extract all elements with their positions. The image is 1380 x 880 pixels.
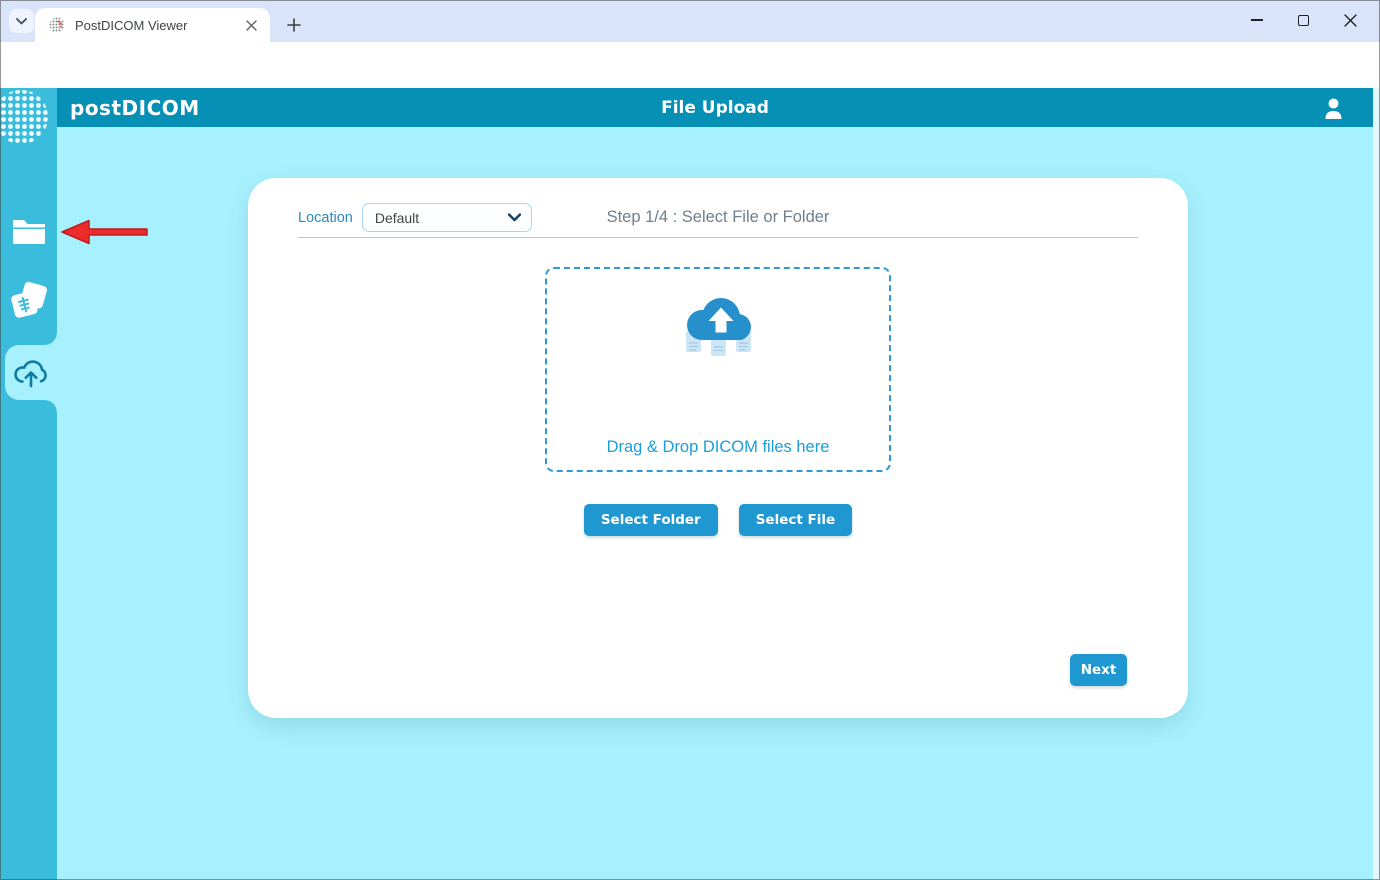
new-tab-button[interactable] <box>280 11 308 39</box>
red-arrow-annotation <box>60 218 148 246</box>
upload-card: Location Default Step 1/4 : Select File … <box>248 178 1188 718</box>
chevron-down-icon <box>16 18 27 25</box>
plus-icon <box>287 18 301 32</box>
browser-toolbar: germany.postdicom.com/Viewer/Main Guest <box>0 42 1380 88</box>
postdicom-logo <box>0 88 57 151</box>
window-maximize-button[interactable] <box>1280 0 1327 40</box>
sidebar-item-upload-active[interactable] <box>5 345 57 400</box>
page-title: File Upload <box>57 98 1373 118</box>
sidebar-item-folders[interactable] <box>0 203 57 259</box>
window-close-button[interactable] <box>1327 0 1374 40</box>
cloud-upload-illustration <box>672 291 764 363</box>
dicom-dropzone[interactable]: Drag & Drop DICOM files here <box>545 267 891 472</box>
page-scrollbar[interactable] <box>1373 88 1380 880</box>
tab-close-button[interactable] <box>242 16 260 34</box>
dropzone-text: Drag & Drop DICOM files here <box>547 438 889 457</box>
browser-tabstrip: PostDICOM Viewer <box>0 0 1380 42</box>
browser-tab[interactable]: PostDICOM Viewer <box>35 8 270 42</box>
minimize-icon <box>1251 19 1263 21</box>
divider <box>298 237 1138 238</box>
maximize-icon <box>1298 15 1309 26</box>
cloud-upload-icon <box>12 357 50 389</box>
xray-films-icon <box>8 281 50 323</box>
main-content: Location Default Step 1/4 : Select File … <box>57 127 1373 880</box>
close-icon <box>1344 14 1357 27</box>
active-tab-fillet <box>45 333 57 345</box>
select-file-button[interactable]: Select File <box>739 504 852 536</box>
select-folder-button[interactable]: Select Folder <box>584 504 718 536</box>
user-account-button[interactable] <box>1317 92 1349 124</box>
tab-search-button[interactable] <box>9 9 34 33</box>
window-minimize-button[interactable] <box>1233 0 1280 40</box>
step-title: Step 1/4 : Select File or Folder <box>248 208 1188 227</box>
app-sidebar <box>0 88 57 880</box>
favicon <box>49 17 65 33</box>
app-header: postDICOM File Upload <box>57 88 1373 127</box>
active-tab-fillet <box>45 400 57 412</box>
window-controls <box>1233 0 1374 40</box>
tab-title: PostDICOM Viewer <box>75 18 242 33</box>
select-buttons-row: Select Folder Select File <box>248 504 1188 536</box>
person-icon <box>1324 98 1343 119</box>
folder-icon <box>12 217 46 245</box>
close-icon <box>246 20 257 31</box>
sidebar-item-studies[interactable] <box>0 274 57 330</box>
next-button[interactable]: Next <box>1070 654 1127 686</box>
